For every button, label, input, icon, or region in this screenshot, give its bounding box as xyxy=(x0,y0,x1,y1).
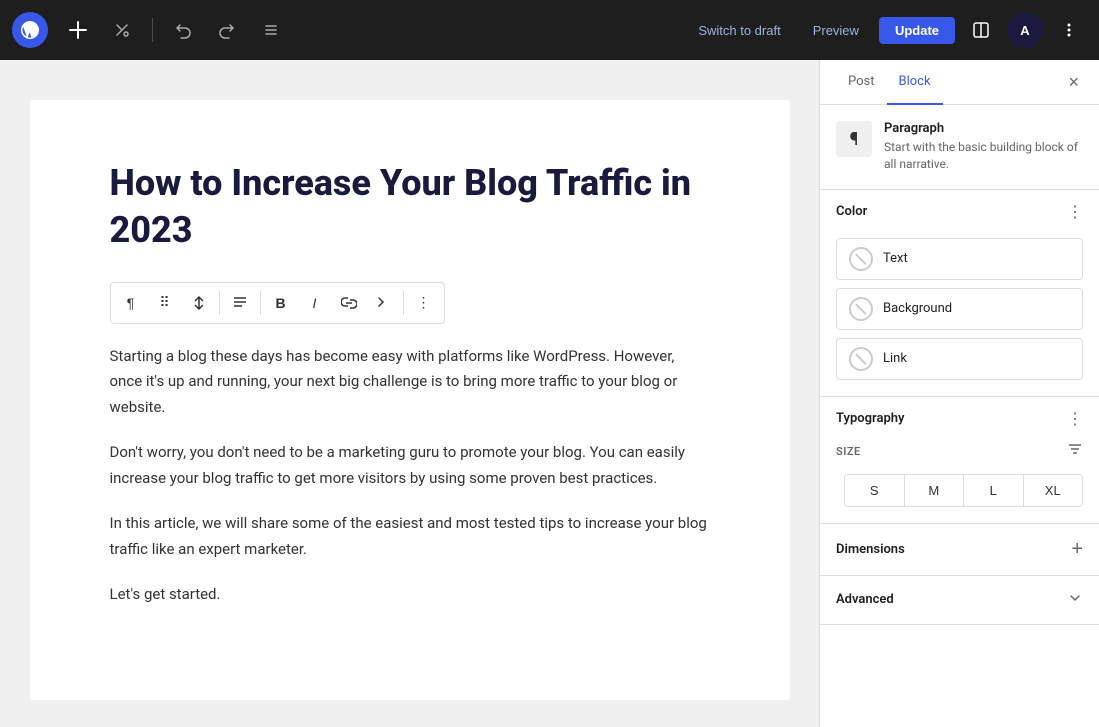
layout-view-button[interactable] xyxy=(963,12,999,48)
text-color-label: Text xyxy=(883,251,908,266)
block-name-label: Paragraph xyxy=(884,121,1083,136)
post-title[interactable]: How to Increase Your Blog Traffic in 202… xyxy=(110,160,710,254)
tab-post[interactable]: Post xyxy=(836,60,887,105)
link-button[interactable] xyxy=(333,287,365,319)
redo-button[interactable] xyxy=(209,12,245,48)
dimensions-add-button[interactable]: + xyxy=(1071,538,1083,561)
paragraph-3[interactable]: In this article, we will share some of t… xyxy=(110,511,710,562)
align-button[interactable] xyxy=(224,287,256,319)
size-m-button[interactable]: M xyxy=(905,475,965,506)
update-button[interactable]: Update xyxy=(879,17,955,44)
toolbar-separator-1 xyxy=(152,18,153,42)
astra-button[interactable]: A xyxy=(1007,12,1043,48)
typography-more-button[interactable]: ⋮ xyxy=(1067,409,1083,429)
advanced-header[interactable]: Advanced xyxy=(820,576,1099,624)
background-color-swatch xyxy=(849,297,873,321)
paragraph-1[interactable]: Starting a blog these days has become ea… xyxy=(110,344,710,421)
switch-draft-button[interactable]: Switch to draft xyxy=(686,17,792,44)
move-up-down-button[interactable] xyxy=(183,287,215,319)
dimensions-title: Dimensions xyxy=(836,542,905,557)
italic-button[interactable]: I xyxy=(299,287,331,319)
advanced-chevron-icon xyxy=(1067,590,1083,610)
typography-section: Typography ⋮ SIZE S M L XL xyxy=(820,397,1099,524)
typography-section-header: Typography ⋮ xyxy=(820,397,1099,441)
toolbar-right: Switch to draft Preview Update A xyxy=(686,12,1087,48)
text-color-swatch xyxy=(849,247,873,271)
link-color-label: Link xyxy=(883,351,907,366)
paragraph-type-button[interactable]: ¶ xyxy=(115,287,147,319)
editor-area: How to Increase Your Blog Traffic in 202… xyxy=(0,60,819,727)
color-options: Text Background Link xyxy=(820,234,1099,396)
background-color-label: Background xyxy=(883,301,952,316)
editor-content[interactable]: How to Increase Your Blog Traffic in 202… xyxy=(30,100,790,700)
more-block-options-button[interactable] xyxy=(367,287,399,319)
main-layout: How to Increase Your Blog Traffic in 202… xyxy=(0,60,1099,727)
block-more-button[interactable]: ⋮ xyxy=(408,287,440,319)
paragraph-2[interactable]: Don't worry, you don't need to be a mark… xyxy=(110,440,710,491)
sidebar-tabs: Post Block × xyxy=(820,60,1099,105)
font-size-buttons: S M L XL xyxy=(844,474,1083,507)
block-info-text: Paragraph Start with the basic building … xyxy=(884,121,1083,173)
color-more-button[interactable]: ⋮ xyxy=(1067,202,1083,222)
more-options-button[interactable] xyxy=(1051,12,1087,48)
block-info: ¶ Paragraph Start with the basic buildin… xyxy=(820,105,1099,190)
color-text-option[interactable]: Text xyxy=(836,238,1083,280)
add-block-button[interactable] xyxy=(60,12,96,48)
sidebar-close-button[interactable]: × xyxy=(1064,60,1083,104)
color-section-header: Color ⋮ xyxy=(820,190,1099,234)
advanced-section: Advanced xyxy=(820,576,1099,625)
advanced-title: Advanced xyxy=(836,592,894,607)
list-view-button[interactable] xyxy=(253,12,289,48)
size-l-button[interactable]: L xyxy=(964,475,1024,506)
top-toolbar: Switch to draft Preview Update A xyxy=(0,0,1099,60)
color-link-option[interactable]: Link xyxy=(836,338,1083,380)
size-controls: SIZE xyxy=(820,441,1099,474)
tab-block[interactable]: Block xyxy=(887,60,943,105)
bt-separator-1 xyxy=(219,291,220,315)
bold-button[interactable]: B xyxy=(265,287,297,319)
color-background-option[interactable]: Background xyxy=(836,288,1083,330)
link-color-swatch xyxy=(849,347,873,371)
block-toolbar: ¶ ⠿ B I ⋮ xyxy=(110,282,445,324)
block-type-icon: ¶ xyxy=(836,121,872,157)
size-xl-button[interactable]: XL xyxy=(1024,475,1083,506)
size-filter-button[interactable] xyxy=(1067,441,1083,462)
block-description: Start with the basic building block of a… xyxy=(884,139,1083,173)
dimensions-section: Dimensions + xyxy=(820,524,1099,576)
preview-button[interactable]: Preview xyxy=(801,17,871,44)
post-body[interactable]: Starting a blog these days has become ea… xyxy=(110,344,710,608)
size-label: SIZE xyxy=(836,445,861,458)
dimensions-header[interactable]: Dimensions + xyxy=(820,524,1099,575)
typography-section-title: Typography xyxy=(836,411,905,426)
bt-separator-3 xyxy=(403,291,404,315)
color-section: Color ⋮ Text Background Link xyxy=(820,190,1099,397)
bt-separator-2 xyxy=(260,291,261,315)
wp-logo[interactable] xyxy=(12,12,48,48)
undo-button[interactable] xyxy=(165,12,201,48)
sidebar: Post Block × ¶ Paragraph Start with the … xyxy=(819,60,1099,727)
color-section-title: Color xyxy=(836,204,867,219)
tools-button[interactable] xyxy=(104,12,140,48)
drag-handle-button[interactable]: ⠿ xyxy=(149,287,181,319)
size-s-button[interactable]: S xyxy=(845,475,905,506)
paragraph-4[interactable]: Let's get started. xyxy=(110,582,710,608)
